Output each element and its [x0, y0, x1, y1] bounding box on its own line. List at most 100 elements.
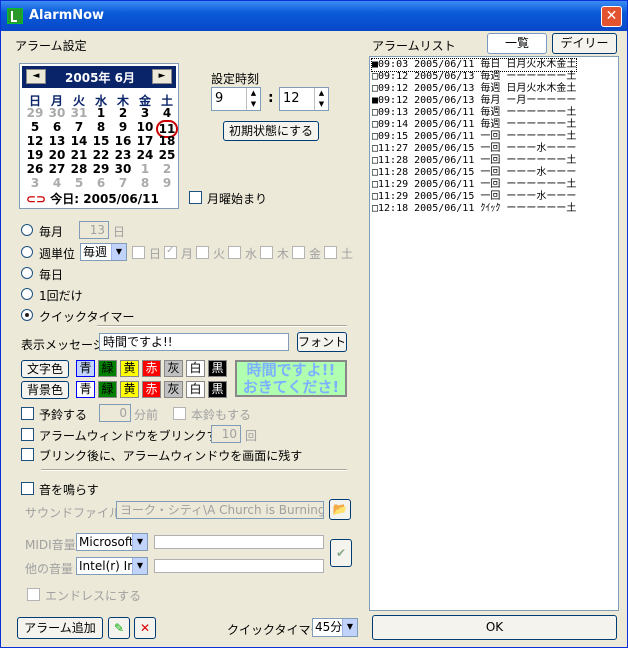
bg-color-button[interactable]: 背景色 [21, 381, 69, 399]
calendar-day[interactable]: 15 [90, 134, 112, 148]
add-alarm-button[interactable]: アラーム追加 [17, 617, 103, 639]
blink-checkbox[interactable] [21, 428, 34, 441]
weekday-checkbox[interactable] [196, 246, 209, 259]
calendar-day[interactable]: 3 [134, 106, 156, 120]
color-swatch[interactable]: 黒 [208, 381, 227, 398]
calendar-day[interactable]: 30 [112, 162, 134, 176]
calendar-day[interactable]: 29 [90, 162, 112, 176]
weekday-checkbox[interactable] [228, 246, 241, 259]
calendar-day[interactable]: 29 [24, 106, 46, 120]
calendar-day[interactable]: 6 [46, 120, 68, 134]
calendar-day[interactable]: 18 [156, 134, 178, 148]
reset-time-button[interactable]: 初期状態にする [223, 121, 319, 141]
hour-spinner[interactable]: ▲ ▼ [246, 88, 260, 110]
calendar-day[interactable]: 8 [90, 120, 112, 134]
alarm-list-item[interactable]: □11:28 2005/06/15 一回 ーーー水ーーー [372, 167, 576, 179]
once-radio[interactable] [21, 288, 33, 300]
color-swatch[interactable]: 緑 [98, 360, 117, 377]
other-volume-slider[interactable] [154, 559, 324, 573]
calendar-day[interactable]: 1 [134, 162, 156, 176]
calendar-day[interactable]: 23 [112, 148, 134, 162]
calendar-day[interactable]: 10 [134, 120, 156, 134]
calendar-day[interactable]: 8 [134, 176, 156, 190]
close-button[interactable]: ✕ [601, 6, 622, 27]
color-swatch[interactable]: 黄 [120, 360, 139, 377]
alarm-list-item[interactable]: ■09:03 2005/06/11 毎日 日月火水木金土 [370, 58, 578, 72]
alarm-list-item[interactable]: □09:14 2005/06/11 毎週 ーーーーーー土 [372, 119, 576, 131]
apply-volume-button[interactable]: ✔ [330, 539, 352, 567]
message-input[interactable]: 時間ですよ!! [99, 333, 289, 351]
monthly-day-input[interactable]: 13 [79, 221, 109, 239]
calendar-day[interactable]: 27 [46, 162, 68, 176]
calendar-day[interactable]: 7 [112, 176, 134, 190]
calendar-day[interactable]: 19 [24, 148, 46, 162]
calendar-day[interactable]: 3 [24, 176, 46, 190]
calendar-day[interactable]: 21 [68, 148, 90, 162]
prealarm-minutes-input[interactable]: 0 [99, 404, 131, 422]
delete-button[interactable]: ✕ [134, 617, 156, 639]
next-month-button[interactable]: ► [152, 69, 172, 84]
calendar-day[interactable]: 6 [90, 176, 112, 190]
prealarm-checkbox[interactable] [21, 407, 34, 420]
keep-window-checkbox[interactable] [21, 448, 34, 461]
alarm-list-item[interactable]: □11:28 2005/06/11 一回 ーーーーーー土 [372, 155, 576, 167]
calendar-day[interactable]: 7 [68, 120, 90, 134]
color-swatch[interactable]: 黄 [120, 381, 139, 398]
weekday-checkbox[interactable] [132, 246, 145, 259]
color-swatch[interactable]: 灰 [164, 381, 183, 398]
quick-timer-radio[interactable] [21, 309, 33, 321]
title-bar[interactable]: AlarmNow ✕ [1, 1, 627, 31]
alarm-list-item[interactable]: □11:29 2005/06/15 一回 ーーー水ーーー [372, 191, 576, 203]
calendar-day[interactable]: 25 [156, 148, 178, 162]
other-device-select[interactable]: Intel(r) Inte ▼ [76, 557, 148, 575]
calendar-day[interactable]: 14 [68, 134, 90, 148]
calendar-day[interactable]: 31 [68, 106, 90, 120]
alarm-list-item[interactable]: □09:13 2005/06/11 毎週 ーーーーーー土 [372, 107, 576, 119]
tab-list[interactable]: 一覧 [487, 33, 547, 54]
calendar-day[interactable]: 26 [24, 162, 46, 176]
midi-volume-slider[interactable] [154, 535, 324, 549]
alarm-list-item[interactable]: □11:29 2005/06/11 一回 ーーーーーー土 [372, 179, 576, 191]
calendar-day[interactable]: 9 [156, 176, 178, 190]
calendar-day[interactable]: 20 [46, 148, 68, 162]
calendar-day[interactable]: 5 [68, 176, 90, 190]
today-label[interactable]: ⊂⊃ 今日: 2005/06/11 [26, 190, 159, 207]
calendar-day[interactable]: 12 [24, 134, 46, 148]
tab-daily[interactable]: デイリー [552, 33, 617, 54]
weekly-radio[interactable] [21, 246, 33, 258]
monday-start-checkbox[interactable] [189, 191, 202, 204]
calendar-day[interactable]: 2 [156, 162, 178, 176]
font-button[interactable]: フォント [297, 332, 347, 352]
alarm-list-item[interactable]: □12:18 2005/06/11 ｸｲｯｸ ーーーーーー土 [372, 203, 576, 215]
alarm-list-item[interactable]: □11:27 2005/06/15 一回 ーーー水ーーー [372, 143, 576, 155]
calendar-day[interactable]: 13 [46, 134, 68, 148]
alarm-list-item[interactable]: □09:15 2005/06/11 一回 ーーーーーー土 [372, 131, 576, 143]
color-swatch[interactable]: 白 [186, 381, 205, 398]
calendar-day[interactable]: 30 [46, 106, 68, 120]
calendar-day[interactable]: 22 [90, 148, 112, 162]
ok-button[interactable]: OK [372, 615, 617, 640]
alarm-list-item[interactable]: □09:12 2005/06/13 毎週 ーーーーーー土 [372, 71, 576, 83]
weekday-checkbox[interactable] [260, 246, 273, 259]
quick-timer-select[interactable]: 45分 ▼ [312, 618, 358, 637]
prev-month-button[interactable]: ◄ [26, 69, 46, 84]
color-swatch[interactable]: 緑 [98, 381, 117, 398]
color-swatch[interactable]: 青 [76, 381, 95, 398]
edit-button[interactable]: ✎ [108, 617, 130, 639]
sound-checkbox[interactable] [21, 482, 34, 495]
color-swatch[interactable]: 白 [186, 360, 205, 377]
calendar-day[interactable]: 2 [112, 106, 134, 120]
main-bell-checkbox[interactable] [173, 407, 186, 420]
calendar-day[interactable]: 28 [68, 162, 90, 176]
calendar-day[interactable]: 4 [156, 106, 178, 120]
calendar-day[interactable]: 1 [90, 106, 112, 120]
calendar-day[interactable]: 5 [24, 120, 46, 134]
color-swatch[interactable]: 灰 [164, 360, 183, 377]
color-swatch[interactable]: 黒 [208, 360, 227, 377]
minute-spinner[interactable]: ▲ ▼ [314, 88, 328, 110]
text-color-button[interactable]: 文字色 [21, 360, 69, 378]
weekday-checkbox[interactable]: ✓ [164, 245, 177, 259]
weekday-checkbox[interactable] [324, 246, 337, 259]
endless-checkbox[interactable] [27, 588, 40, 601]
color-swatch[interactable]: 青 [76, 360, 95, 377]
